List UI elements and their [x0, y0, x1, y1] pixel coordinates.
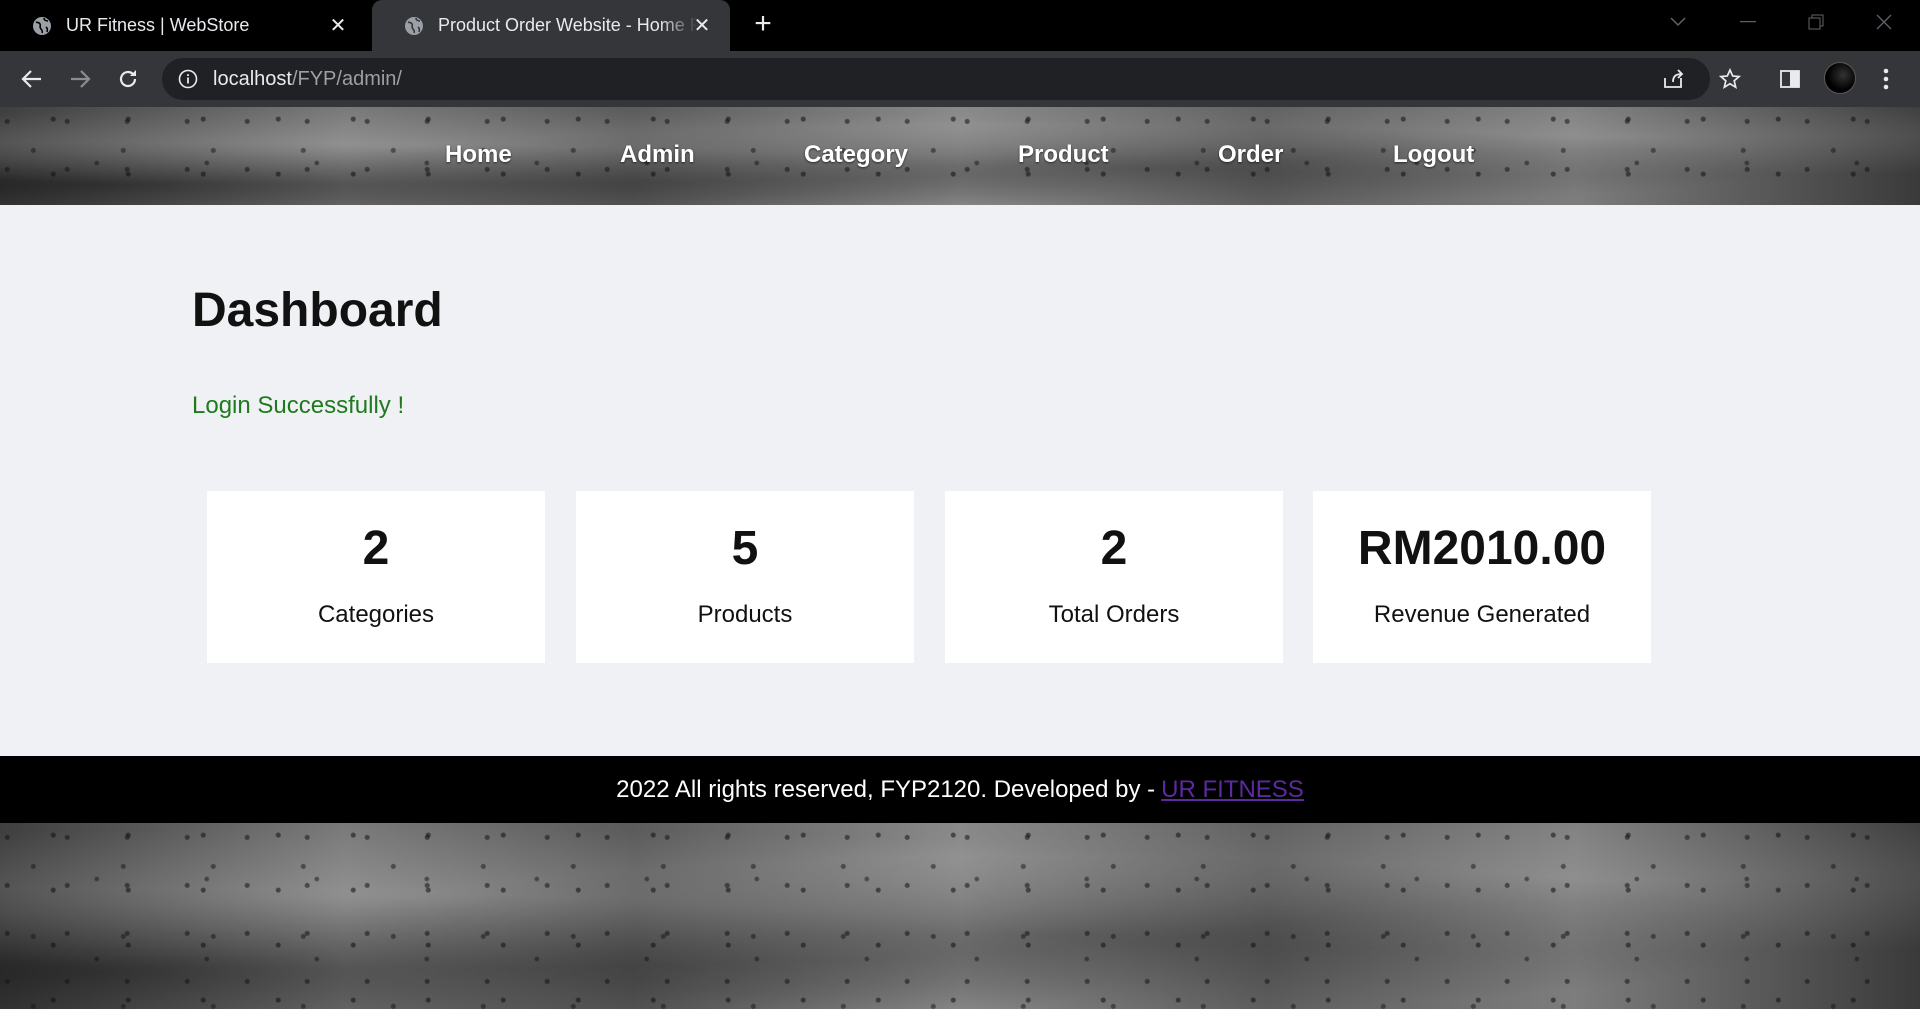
- site-navbar: Home Admin Category Product Order Logout: [0, 107, 1920, 205]
- address-bar[interactable]: localhost/FYP/admin/: [162, 58, 1710, 100]
- side-panel-button[interactable]: [1774, 63, 1806, 95]
- stat-label: Products: [697, 601, 793, 628]
- forward-button[interactable]: [64, 63, 96, 95]
- new-tab-button[interactable]: +: [748, 9, 778, 40]
- tab-title: UR Fitness | WebStore: [66, 15, 250, 35]
- background-texture: [0, 823, 1920, 1009]
- success-message: Login Successfully !: [192, 392, 405, 419]
- nav-product[interactable]: Product: [1018, 141, 1109, 169]
- arrow-right-icon: [71, 70, 91, 88]
- nav-logout[interactable]: Logout: [1393, 141, 1474, 169]
- window-close-icon[interactable]: [1850, 0, 1918, 44]
- url-path: /FYP/admin/: [291, 68, 402, 90]
- tab-strip: UR Fitness | WebStore ✕ Product Order We…: [0, 0, 1920, 51]
- site-footer: 2022 All rights reserved, FYP2120. Devel…: [0, 756, 1920, 823]
- stat-value: 2: [362, 522, 390, 575]
- back-button[interactable]: [16, 63, 48, 95]
- browser-tab-active[interactable]: Product Order Website - Home Page ✕: [372, 0, 730, 51]
- page-title: Dashboard: [192, 284, 443, 337]
- url-text: localhost/FYP/admin/: [213, 68, 402, 91]
- info-icon[interactable]: [178, 69, 198, 89]
- reload-icon: [119, 70, 137, 88]
- nav-home[interactable]: Home: [445, 141, 512, 169]
- nav-order[interactable]: Order: [1218, 141, 1283, 169]
- tab-title: Product Order Website - Home Page: [438, 15, 698, 35]
- nav-category[interactable]: Category: [804, 141, 908, 169]
- dashboard-main: Dashboard Login Successfully ! 2 Categor…: [0, 205, 1920, 756]
- profile-avatar[interactable]: [1824, 62, 1856, 94]
- stat-card-products: 5 Products: [576, 491, 914, 663]
- browser-toolbar: localhost/FYP/admin/: [0, 51, 1920, 107]
- browser-menu-button[interactable]: [1870, 63, 1902, 95]
- minimize-icon[interactable]: [1714, 0, 1782, 44]
- tab-search-icon[interactable]: [1644, 0, 1712, 44]
- stat-card-revenue: RM2010.00 Revenue Generated: [1313, 491, 1651, 663]
- share-icon[interactable]: [1662, 68, 1684, 90]
- browser-tab-webstore[interactable]: UR Fitness | WebStore ✕: [0, 0, 366, 51]
- stat-value: RM2010.00: [1357, 522, 1607, 575]
- star-icon: [1719, 68, 1741, 89]
- stat-label: Revenue Generated: [1373, 601, 1591, 628]
- footer-link[interactable]: UR FITNESS: [1161, 776, 1304, 804]
- bookmark-button[interactable]: [1714, 63, 1746, 95]
- footer-text: 2022 All rights reserved, FYP2120. Devel…: [616, 775, 1156, 803]
- url-host: localhost: [213, 68, 292, 90]
- close-tab-icon[interactable]: ✕: [690, 13, 714, 37]
- globe-icon: [33, 16, 51, 35]
- globe-icon: [405, 16, 423, 35]
- stat-label: Categories: [317, 601, 435, 628]
- side-panel-icon: [1780, 70, 1800, 88]
- stat-card-categories: 2 Categories: [207, 491, 545, 663]
- stat-card-orders: 2 Total Orders: [945, 491, 1283, 663]
- kebab-menu-icon: [1883, 68, 1889, 90]
- arrow-left-icon: [21, 70, 41, 88]
- nav-admin[interactable]: Admin: [620, 141, 695, 169]
- stat-value: 2: [1100, 522, 1128, 575]
- close-tab-icon[interactable]: ✕: [326, 13, 350, 37]
- restore-icon[interactable]: [1782, 0, 1850, 44]
- stat-label: Total Orders: [1048, 601, 1180, 628]
- web-page: Home Admin Category Product Order Logout…: [0, 107, 1920, 1009]
- stat-value: 5: [731, 522, 759, 575]
- reload-button[interactable]: [112, 63, 144, 95]
